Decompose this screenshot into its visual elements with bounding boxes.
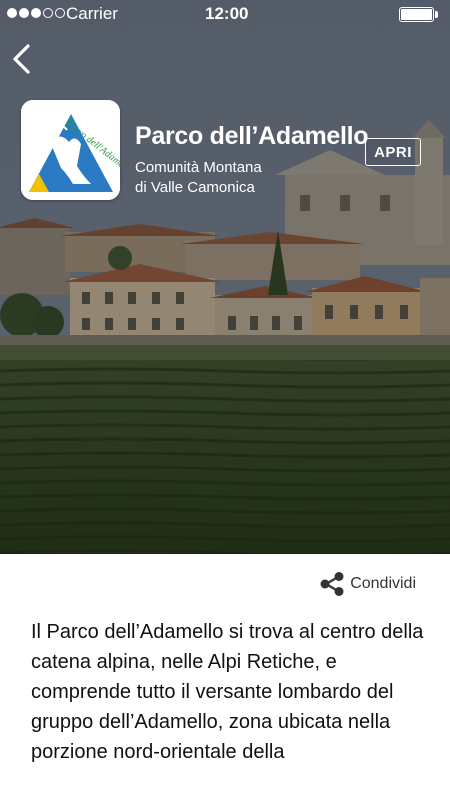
app-title: Parco dell’Adamello [135,122,369,150]
open-app-button[interactable]: APRI [365,138,421,166]
signal-strength-icon [7,8,65,18]
hero-image: Carrier 12:00 Parco dell'Adamello Parco … [0,0,450,554]
app-subtitle-line2: di Valle Camonica [135,179,255,196]
status-bar: Carrier 12:00 [0,0,450,30]
battery-tip [435,11,438,18]
app-logo: Parco dell'Adamello [21,100,120,200]
content-area: Condividi Il Parco dell’Adamello si trov… [0,554,450,800]
carrier-label: Carrier [66,4,118,23]
landscape-image [0,0,450,554]
share-label: Condividi [350,575,416,592]
back-button[interactable] [6,40,42,80]
chevron-left-icon [13,44,30,74]
battery-icon [399,7,434,22]
share-icon [320,572,344,596]
status-time: 12:00 [205,4,249,23]
share-button[interactable]: Condividi [318,570,416,598]
app-subtitle-line1: Comunità Montana [135,159,262,176]
description-text: Il Parco dell’Adamello si trova al centr… [31,621,424,763]
park-logo-icon: Parco dell'Adamello [21,100,120,200]
